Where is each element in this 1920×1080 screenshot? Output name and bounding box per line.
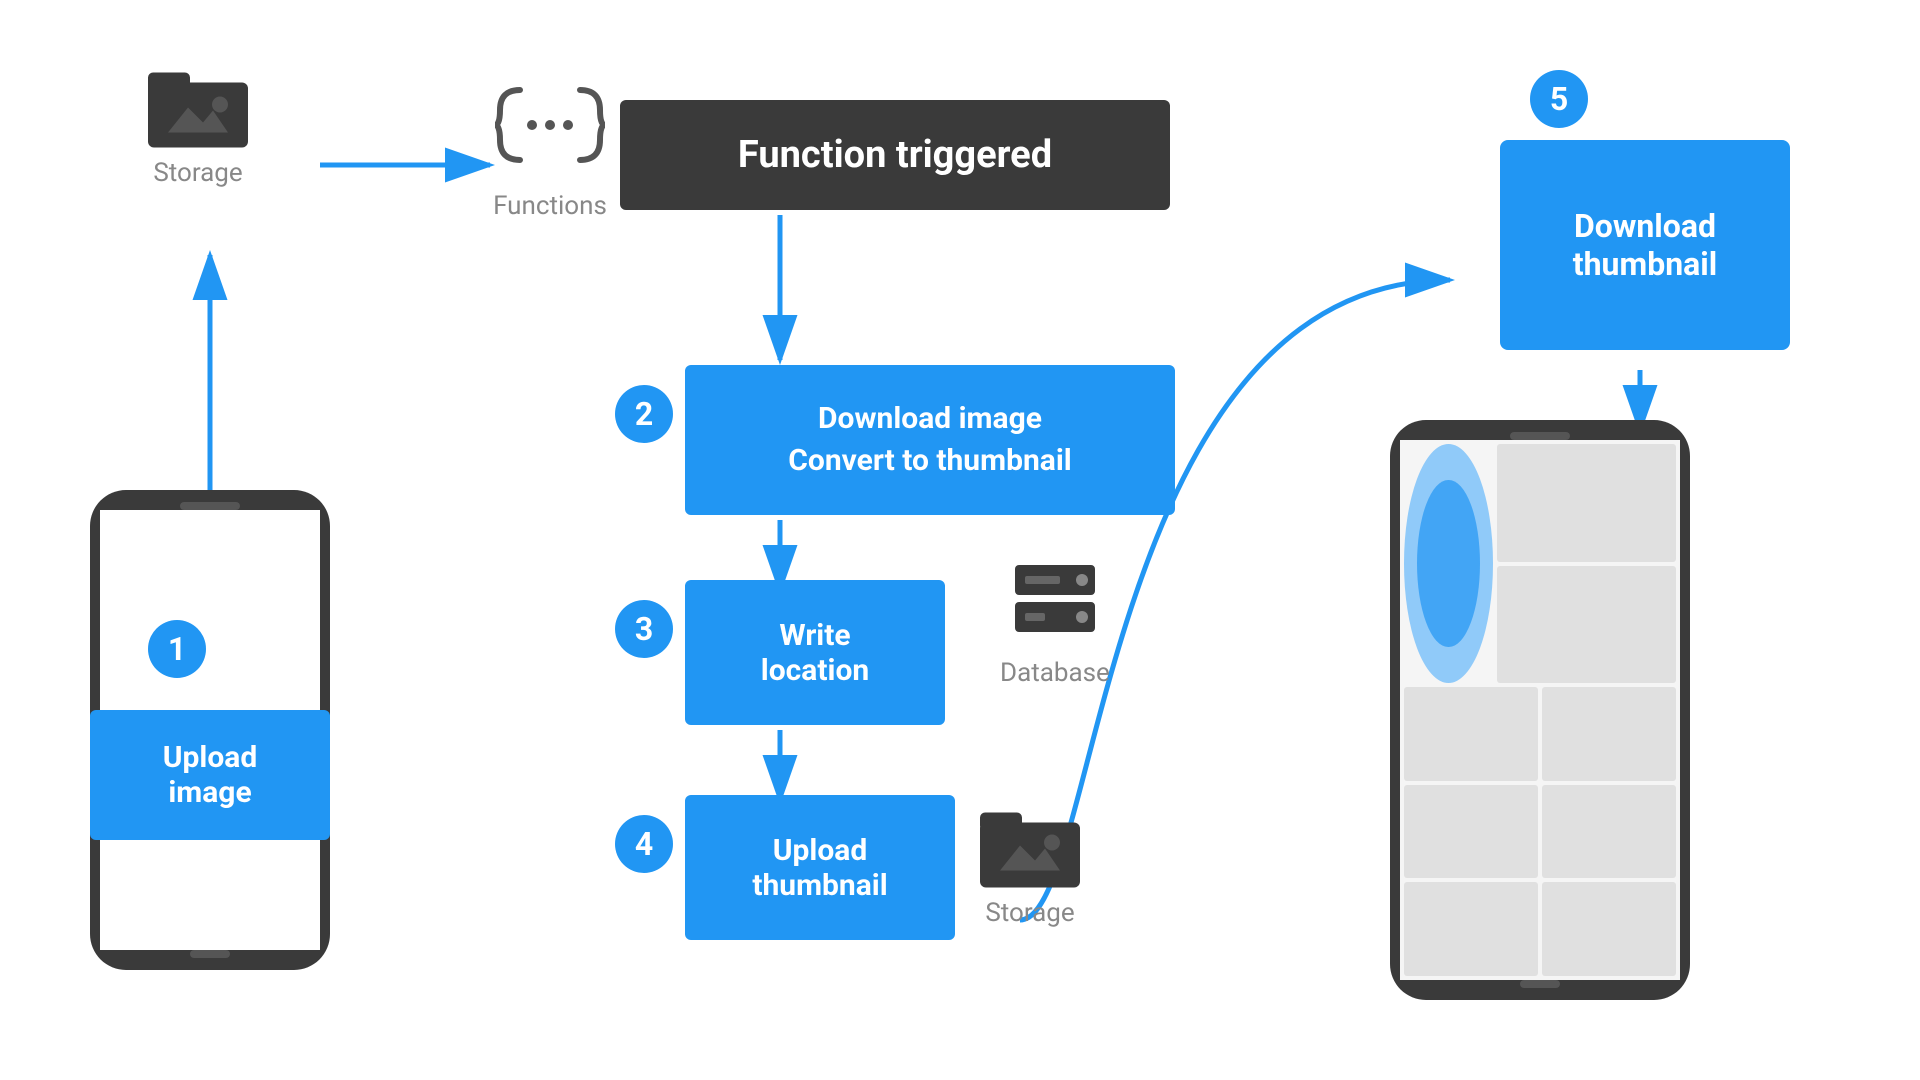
phone-1-speaker [180, 502, 240, 510]
diagram: 1 Uploadimage Storage [0, 0, 1920, 1080]
storage-icon-1: Storage [148, 60, 248, 188]
database-icon-container: Database [1000, 560, 1110, 688]
upload-thumbnail-box: Uploadthumbnail [685, 795, 955, 940]
function-triggered-box: Function triggered [620, 100, 1170, 210]
download-convert-box: Download imageConvert to thumbnail [685, 365, 1175, 515]
phone-2-speaker [1510, 432, 1570, 440]
step-4-badge: 4 [615, 815, 673, 873]
functions-label: Functions [493, 191, 607, 221]
step-3-badge: 3 [615, 600, 673, 658]
functions-icon-container: Functions [490, 80, 610, 221]
phone-2-highlight-cell [1404, 444, 1493, 683]
download-convert-label: Download imageConvert to thumbnail [788, 398, 1071, 482]
functions-icon [490, 80, 610, 183]
phone-2-top-row [1404, 444, 1676, 683]
step-5-badge: 5 [1530, 70, 1588, 128]
storage-icon-2: Storage [980, 800, 1080, 928]
database-label: Database [1000, 658, 1110, 688]
download-thumbnail-box: Downloadthumbnail [1500, 140, 1790, 350]
write-location-box: Writelocation [685, 580, 945, 725]
phone-2-content [1400, 440, 1680, 980]
upload-image-box: Uploadimage [90, 710, 330, 840]
phone-2-home [1520, 980, 1560, 988]
upload-image-label: Uploadimage [163, 740, 257, 810]
phone-2 [1390, 420, 1690, 1000]
storage-label-2: Storage [985, 898, 1074, 928]
step-2-badge: 2 [615, 385, 673, 443]
write-location-label: Writelocation [761, 618, 869, 688]
step-1-badge: 1 [148, 620, 206, 678]
phone-2-grid [1404, 687, 1676, 976]
upload-thumbnail-label: Uploadthumbnail [752, 833, 887, 903]
download-thumbnail-label: Downloadthumbnail [1573, 207, 1717, 283]
function-triggered-label: Function triggered [738, 133, 1052, 177]
storage-folder-svg [148, 60, 248, 150]
storage-label-1: Storage [153, 158, 242, 188]
phone-1-home [190, 950, 230, 958]
phone-2-screen [1400, 440, 1680, 980]
